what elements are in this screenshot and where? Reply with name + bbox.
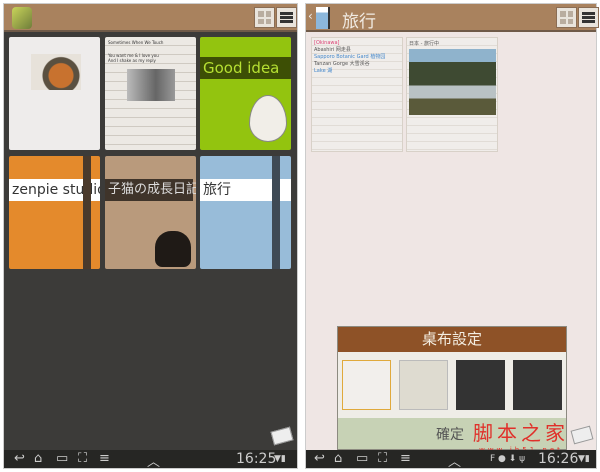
notebook-zenpie-studio[interactable]: zenpie studio	[9, 156, 100, 269]
new-note-button[interactable]	[570, 425, 594, 445]
grid-view-button[interactable]	[556, 7, 577, 28]
bookmark-ribbon	[83, 156, 91, 269]
watermark: 脚本之家 www.jb51.net	[473, 417, 569, 454]
app-header	[4, 4, 297, 32]
expand-icon[interactable]: ︿	[147, 451, 160, 470]
page-thumbnail[interactable]: 日本 - 旅行中	[406, 37, 498, 152]
back-chevron-icon[interactable]: ‹	[308, 9, 313, 23]
notification-icons: F ● ⬇ ψ	[490, 454, 526, 464]
confirm-button[interactable]: 確定	[436, 424, 464, 444]
back-icon[interactable]: ↩	[14, 451, 25, 466]
page-heading: 日本 - 旅行中	[409, 41, 439, 47]
dialog-title: 桌布設定	[338, 327, 566, 352]
notebook-kitten-diary[interactable]: 子猫の成長日記	[105, 156, 196, 269]
screenshot-icon[interactable]: ⛶	[78, 451, 87, 466]
notebook-title: 子猫の成長日記	[105, 179, 196, 201]
new-note-button[interactable]	[270, 426, 294, 446]
app-header: ‹ 旅行	[306, 4, 599, 32]
leaf-icon	[249, 95, 287, 142]
notebook-title: Sometimes When We Touch	[108, 40, 164, 45]
back-icon[interactable]: ↩	[314, 451, 325, 466]
page-line: Abashiri 网走县	[314, 47, 351, 53]
menu-icon[interactable]: ≡	[99, 451, 110, 466]
wallpaper-swatch-white[interactable]	[342, 360, 391, 410]
system-navigation-bar: ↩ ⌂ ▭ ⛶ ≡ ︿ 16:25 ▼▮	[4, 450, 297, 470]
menu-icon[interactable]: ≡	[400, 451, 411, 466]
grid-view-button[interactable]	[254, 7, 275, 28]
expand-icon[interactable]: ︿	[448, 451, 461, 470]
wallpaper-swatch-dark[interactable]	[456, 360, 505, 410]
app-logo-icon[interactable]	[12, 7, 32, 29]
watermark-text: 脚本之家	[473, 421, 569, 445]
notebook-title: 旅行	[342, 12, 376, 32]
page-line: Lake 湖	[314, 68, 333, 74]
home-icon[interactable]: ⌂	[334, 451, 342, 466]
wallpaper-swatch-charcoal[interactable]	[513, 360, 562, 410]
notebook-food[interactable]	[9, 37, 100, 150]
system-navigation-bar: ↩ ⌂ ▭ ⛶ ≡ ︿ F ● ⬇ ψ 16:26 ▼▮	[306, 450, 596, 470]
beach-photo	[409, 49, 496, 115]
recent-apps-icon[interactable]: ▭	[356, 451, 368, 466]
screenshot-icon[interactable]: ⛶	[378, 451, 387, 466]
notebook-title: Good idea	[200, 57, 291, 79]
notebook-lyrics[interactable]: Sometimes When We Touch You want me & I …	[105, 37, 196, 150]
wallpaper-swatch-beige[interactable]	[399, 360, 448, 410]
signal-icon: ▼▮	[578, 454, 590, 464]
notebook-good-idea[interactable]: Good idea	[200, 37, 291, 150]
notebook-pages-screen: ‹ 旅行 [Okinawa] Abashiri 网走县 Sapporo Bota…	[305, 3, 599, 470]
notebook-cover-icon	[316, 7, 330, 29]
list-view-button[interactable]	[578, 7, 599, 28]
signal-icon: ▼▮	[274, 454, 286, 464]
clock: 16:26	[538, 451, 579, 467]
page-thumbnail[interactable]: [Okinawa] Abashiri 网走县 Sapporo Botanic G…	[311, 37, 403, 152]
notebook-travel[interactable]: 旅行	[200, 156, 291, 269]
home-icon[interactable]: ⌂	[34, 451, 42, 466]
clock: 16:25	[236, 451, 277, 467]
recent-apps-icon[interactable]: ▭	[56, 451, 68, 466]
list-view-button[interactable]	[276, 7, 297, 28]
note-line: And I shake as my reply	[108, 58, 156, 63]
cat-illustration	[155, 231, 191, 267]
page-line: Tanzan Gorge 大雪渓谷	[314, 61, 370, 67]
room-photo	[127, 69, 175, 101]
page-line: Sapporo Botanic Gard 植物园	[314, 54, 386, 60]
notebook-library-screen: Sometimes When We Touch You want me & I …	[3, 3, 298, 470]
food-photo	[31, 54, 81, 90]
bookmark-ribbon	[272, 156, 280, 269]
